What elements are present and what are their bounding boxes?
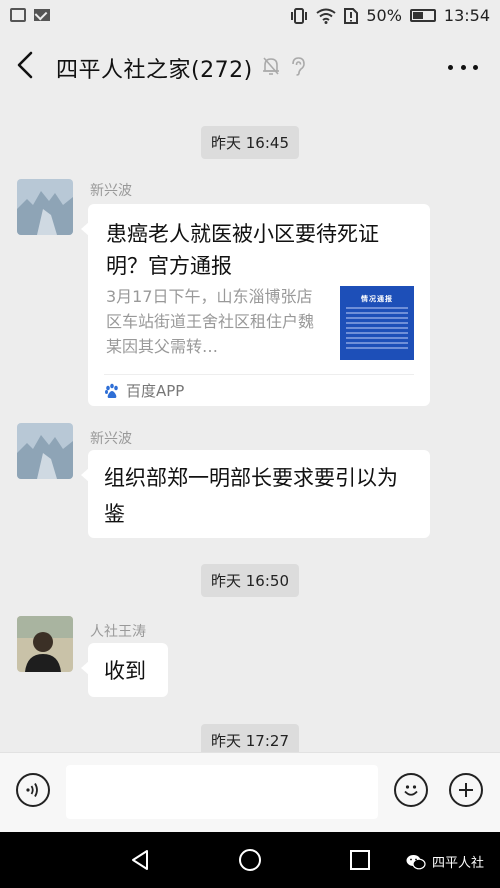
dot-icon: [448, 64, 453, 70]
input-bar: [0, 752, 500, 833]
chat-title: 四平人社之家(272): [56, 58, 253, 83]
message-input[interactable]: [66, 765, 378, 819]
avatar[interactable]: [17, 616, 73, 672]
baidu-paw-icon: [105, 383, 118, 398]
dot-icon: [473, 64, 478, 70]
voice-icon: [26, 783, 38, 797]
avatar[interactable]: [17, 423, 73, 479]
clock: 13:54: [443, 6, 490, 25]
back-button[interactable]: [14, 50, 44, 84]
nav-home-button[interactable]: [238, 848, 262, 872]
smiley-icon: [404, 785, 418, 796]
more-actions-button[interactable]: [449, 773, 483, 807]
source-label: 百度APP: [126, 382, 185, 400]
circle-home-icon: [239, 849, 261, 871]
vibrate-icon: [291, 7, 308, 24]
triangle-back-icon: [132, 850, 148, 870]
watermark: 四平人社: [406, 852, 484, 871]
timestamp: 昨天 16:50: [201, 564, 299, 597]
notification-icon: [10, 8, 26, 22]
battery-icon: [409, 9, 436, 22]
status-bar: 50% 13:54: [0, 0, 500, 34]
avatar[interactable]: [17, 179, 73, 235]
mute-bell-icon: [263, 57, 279, 75]
sim-alert-icon: [344, 7, 359, 24]
wechat-logo-icon: [406, 854, 426, 869]
card-thumbnail: 情况通报: [340, 286, 414, 360]
ear-icon: [292, 57, 305, 76]
message-bubble[interactable]: 收到: [81, 643, 168, 697]
battery-level-fill: [412, 12, 423, 19]
dot-icon: [460, 64, 466, 70]
divider: [104, 374, 414, 375]
nav-recents-button[interactable]: [348, 848, 372, 872]
more-options-button[interactable]: [448, 54, 478, 80]
thumbnail-title: 情况通报: [361, 295, 393, 303]
shared-link-card[interactable]: 患癌老人就医被小区要待死证明？官方通报 3月17日下午，山东淄博张店区车站街道王…: [81, 204, 430, 406]
voice-input-button[interactable]: [16, 773, 50, 807]
timestamp: 昨天 16:45: [201, 126, 299, 159]
card-description: 3月17日下午，山东淄博张店区车站街道王舍社区租住户魏某因其父需转…: [106, 287, 315, 356]
chat-header: 四平人社之家(272): [0, 34, 500, 100]
sender-name: 新兴波: [90, 183, 132, 199]
sender-name: 新兴波: [90, 431, 132, 447]
card-source: 百度APP: [104, 380, 184, 401]
card-title: 患癌老人就医被小区要待死证明？官方通报: [106, 222, 379, 278]
mail-icon: [34, 9, 50, 21]
emoji-button[interactable]: [394, 773, 428, 807]
system-nav-bar: 四平人社: [0, 832, 500, 888]
message-bubble[interactable]: 组织部郑一明部长要求要引以为鉴: [81, 450, 430, 538]
wifi-icon: [316, 8, 336, 24]
battery-percent: 50%: [366, 6, 402, 25]
watermark-text: 四平人社: [431, 856, 484, 871]
nav-back-button[interactable]: [128, 848, 152, 872]
square-recents-icon: [350, 850, 370, 870]
chevron-left-icon: [17, 51, 33, 79]
plus-icon: [459, 783, 473, 797]
sender-name: 人社王涛: [90, 624, 146, 640]
